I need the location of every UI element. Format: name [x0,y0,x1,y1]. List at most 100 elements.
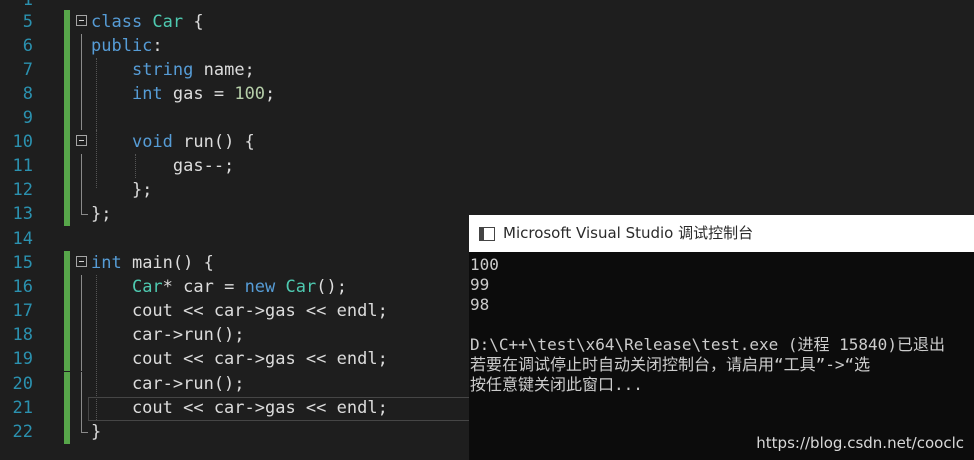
line-number: 9 [22,108,33,128]
line-number: 5 [22,12,33,32]
code-token: } [91,422,102,442]
code-token: (); [316,277,347,297]
line-number: 11 [12,156,33,176]
code-token: }; [91,204,112,224]
code-token: name; [193,60,255,80]
change-marker [64,106,70,130]
code-text: Car* car = new Car(); [91,275,347,299]
change-marker [64,34,70,58]
code-line[interactable]: 11 gas--; [0,154,974,178]
change-marker [64,396,70,420]
code-token: * car = [162,277,245,297]
line-number: 17 [12,301,33,321]
code-token: }; [91,180,153,200]
debug-console-window[interactable]: Microsoft Visual Studio 调试控制台 100 99 98 D:\… [469,215,974,460]
code-text: } [91,420,101,444]
code-token: Car [131,277,163,297]
line-number: 13 [12,204,33,224]
code-token: 100 [234,84,266,104]
code-token: Car [285,277,317,297]
outline-bar [76,299,88,323]
code-token: car->run(); [91,325,245,345]
code-token: { [183,12,204,32]
code-line[interactable]: 10 void run() { [0,130,974,154]
line-number: 20 [12,374,33,394]
line-number: 15 [12,253,33,273]
console-line: 100 [470,255,499,274]
line-number: 8 [22,84,33,104]
line-number: 16 [12,277,33,297]
console-line: 99 [470,275,490,294]
code-text: }; [91,178,152,202]
code-line[interactable]: 8 int gas = 100; [0,82,974,106]
code-token: ; [265,84,276,104]
outline-bar [76,82,88,106]
code-text: string name; [91,58,255,82]
watermark: https://blog.csdn.net/cooclc [756,434,964,452]
code-text: int gas = 100; [91,82,275,106]
code-text: class Car { [91,10,204,34]
change-marker [64,420,70,444]
change-marker [64,275,70,299]
collapse-icon[interactable] [76,10,88,34]
code-text: cout << car->gas << endl; [91,347,388,371]
indent-guide [96,130,97,180]
outline-end-marker [76,420,88,444]
code-token: main() { [121,253,214,273]
change-marker [64,323,70,347]
code-token: run() { [172,132,255,152]
change-marker [64,299,70,323]
code-line[interactable]: 7 string name; [0,58,974,82]
code-text: car->run(); [91,323,245,347]
code-token: class [91,12,153,32]
console-title-bar[interactable]: Microsoft Visual Studio 调试控制台 [469,215,974,252]
outline-bar [76,323,88,347]
code-line[interactable]: 12 }; [0,178,974,202]
code-line[interactable]: 5 class Car { [0,10,974,34]
outline-bar [76,275,88,299]
console-title: Microsoft Visual Studio 调试控制台 [503,224,754,242]
outline-bar [76,106,88,130]
code-line[interactable]: 9 [0,106,974,130]
code-token: Car [152,12,184,32]
code-token: int [91,253,122,273]
line-number: 7 [22,60,33,80]
code-token: gas = [162,84,235,104]
change-marker [64,10,70,34]
collapse-icon[interactable] [76,251,88,275]
line-number: 12 [12,180,33,200]
change-marker [64,251,70,275]
change-marker [64,372,70,396]
code-token: cout << car->gas << endl; [91,349,388,369]
line-number: 6 [22,36,33,56]
console-line: 若要在调试停止时自动关闭控制台，请启用“工具”->“选 [470,355,871,374]
change-marker [64,154,70,178]
code-token: void [131,132,173,152]
outline-bar [76,372,88,396]
code-token: public [91,36,153,56]
code-token: new [244,277,276,297]
collapse-icon[interactable] [76,130,88,154]
console-line: D:\C++\test\x64\Release\test.exe (进程 158… [470,335,945,354]
outline-bar [76,154,88,178]
line-number: 19 [12,349,33,369]
change-marker [64,347,70,371]
code-line[interactable]: 6 public: [0,34,974,58]
change-marker [64,178,70,202]
outline-end-marker [76,202,88,226]
code-token: gas--; [91,156,235,176]
line-number: 18 [12,325,33,345]
code-text: }; [91,202,111,226]
current-line-highlight [88,397,470,421]
code-text: cout << car->gas << endl; [91,299,388,323]
change-marker [64,130,70,154]
code-text: void run() { [91,130,255,154]
code-token: : [152,36,163,56]
console-app-icon [479,227,495,241]
code-text: int main() { [91,251,214,275]
console-line: 98 [470,295,490,314]
